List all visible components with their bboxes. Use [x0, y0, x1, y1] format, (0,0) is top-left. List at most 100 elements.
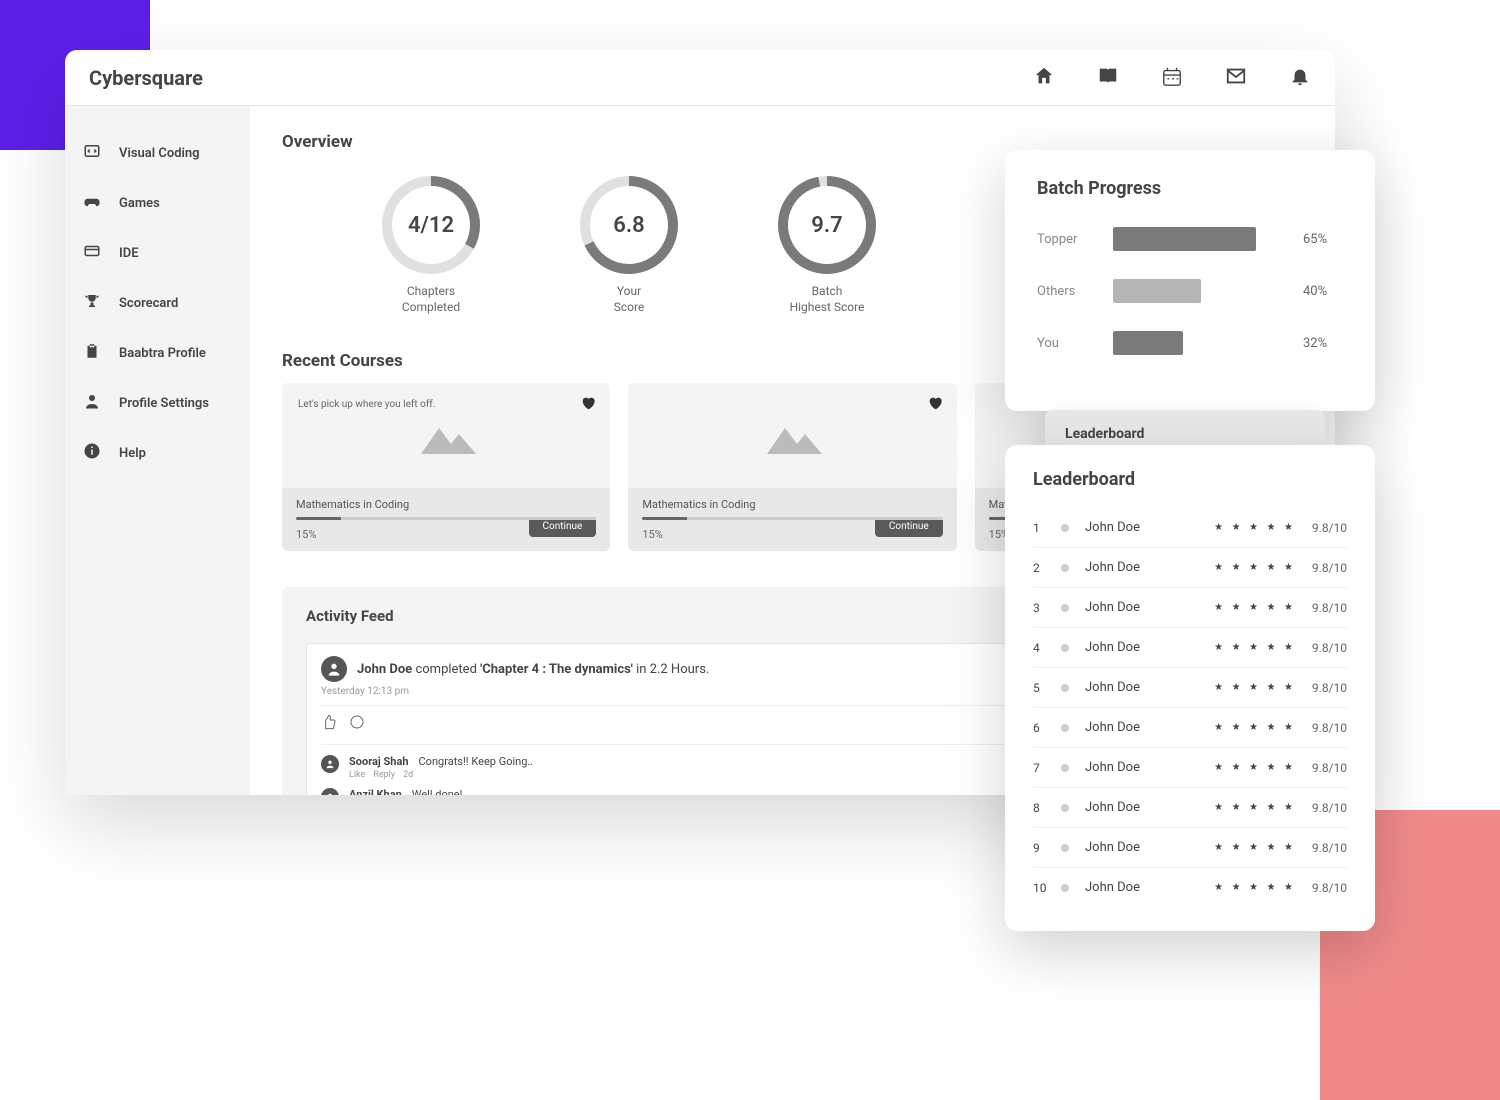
- user-icon: [83, 392, 101, 414]
- batch-row-pct: 40%: [1303, 284, 1343, 299]
- comment-time: 2d: [403, 770, 413, 780]
- leaderboard-name: John Doe: [1085, 840, 1214, 855]
- image-placeholder-icon: [757, 416, 827, 456]
- leaderboard-row[interactable]: 9 John Doe★ ★ ★ ★ ★ 9.8/10: [1033, 828, 1347, 868]
- course-card[interactable]: Mathematics in Coding15%Continue: [628, 383, 956, 551]
- course-progress-pct: 15%: [642, 528, 662, 541]
- star-rating-icon: ★ ★ ★ ★ ★: [1214, 842, 1296, 853]
- leaderboard-rank: 4: [1033, 641, 1061, 655]
- star-rating-icon: ★ ★ ★ ★ ★: [1214, 602, 1296, 613]
- comment-reply-link[interactable]: Reply: [373, 770, 395, 780]
- leaderboard-name: John Doe: [1085, 600, 1214, 615]
- header-nav-icons: [1033, 65, 1311, 91]
- leaderboard-rank: 7: [1033, 761, 1061, 775]
- sidebar-item-help[interactable]: Help: [65, 428, 250, 478]
- leaderboard-avatar-dot: [1061, 764, 1069, 772]
- comment-author: Anzil Khan: [349, 788, 402, 795]
- star-rating-icon: ★ ★ ★ ★ ★: [1214, 882, 1296, 893]
- star-rating-icon: ★ ★ ★ ★ ★: [1214, 642, 1296, 653]
- leaderboard-score: 9.8/10: [1312, 521, 1347, 535]
- comment-icon[interactable]: [349, 714, 365, 734]
- batch-row-label: Others: [1037, 284, 1097, 299]
- pickup-text: Let's pick up where you left off.: [298, 399, 435, 410]
- leaderboard-avatar-dot: [1061, 604, 1069, 612]
- leaderboard-row[interactable]: 2John Doe★ ★ ★ ★ ★9.8/10: [1033, 548, 1347, 588]
- leaderboard-row[interactable]: 6John Doe★ ★ ★ ★ ★9.8/10: [1033, 708, 1347, 748]
- leaderboard-name: John Doe: [1085, 640, 1214, 655]
- sidebar-item-label: Visual Coding: [119, 146, 200, 161]
- batch-row-label: Topper: [1037, 232, 1097, 247]
- donut-value: 9.7: [778, 176, 876, 274]
- comment-author: Sooraj Shah: [349, 755, 409, 768]
- continue-button[interactable]: Continue: [875, 520, 943, 537]
- leaderboard-row[interactable]: 1John Doe★ ★ ★ ★ ★9.8/10: [1033, 508, 1347, 548]
- batch-row-pct: 65%: [1303, 232, 1343, 247]
- leaderboard-row[interactable]: 10John Doe★ ★ ★ ★ ★9.8/10: [1033, 868, 1347, 907]
- course-card[interactable]: Let's pick up where you left off.Mathema…: [282, 383, 610, 551]
- trophy-icon: [83, 292, 101, 314]
- sidebar-item-label: Help: [119, 446, 146, 461]
- leaderboard-row[interactable]: 5John Doe★ ★ ★ ★ ★9.8/10: [1033, 668, 1347, 708]
- star-rating-icon: ★ ★ ★ ★ ★: [1214, 522, 1296, 533]
- sidebar-item-label: Scorecard: [119, 296, 178, 311]
- star-rating-icon: ★ ★ ★ ★ ★: [1214, 802, 1296, 813]
- sidebar-item-profile-settings[interactable]: Profile Settings: [65, 378, 250, 428]
- comment-text: Congrats!! Keep Going..: [419, 755, 534, 768]
- star-rating-icon: ★ ★ ★ ★ ★: [1214, 682, 1296, 693]
- leaderboard-name: John Doe: [1085, 720, 1214, 735]
- leaderboard-rank: 10: [1033, 881, 1061, 895]
- star-rating-icon: ★ ★ ★ ★ ★: [1214, 722, 1296, 733]
- batch-progress-title: Batch Progress: [1037, 178, 1343, 199]
- star-rating-icon: ★ ★ ★ ★ ★: [1214, 562, 1296, 573]
- leaderboard-score: 9.8/10: [1312, 641, 1347, 655]
- recent-courses-title: Recent Courses: [282, 351, 403, 371]
- batch-row-bar: [1113, 227, 1256, 251]
- leaderboard-avatar-dot: [1061, 524, 1069, 532]
- donut-label: BatchHighest Score: [790, 284, 865, 315]
- calendar-icon[interactable]: [1161, 65, 1183, 91]
- code-icon: [83, 142, 101, 164]
- leaderboard-row[interactable]: 4 John Doe★ ★ ★ ★ ★ 9.8/10: [1033, 628, 1347, 668]
- sidebar-item-scorecard[interactable]: Scorecard: [65, 278, 250, 328]
- sidebar-item-games[interactable]: Games: [65, 178, 250, 228]
- overview-title: Overview: [282, 132, 1303, 152]
- sidebar-item-baabtra-profile[interactable]: Baabtra Profile: [65, 328, 250, 378]
- heart-icon[interactable]: [927, 395, 943, 411]
- sidebar-item-ide[interactable]: IDE: [65, 228, 250, 278]
- leaderboard-score: 9.8/10: [1312, 561, 1347, 575]
- bell-icon[interactable]: [1289, 65, 1311, 91]
- continue-button[interactable]: Continue: [529, 520, 597, 537]
- sidebar-item-label: IDE: [119, 246, 139, 261]
- leaderboard-score: 9.8/10: [1312, 681, 1347, 695]
- sidebar-item-visual-coding[interactable]: Visual Coding: [65, 128, 250, 178]
- mail-icon[interactable]: [1225, 65, 1247, 91]
- card-icon: [83, 242, 101, 264]
- heart-icon[interactable]: [580, 395, 596, 411]
- leaderboard-avatar-dot: [1061, 884, 1069, 892]
- leaderboard-rank: 6: [1033, 721, 1061, 735]
- leaderboard-score: 9.8/10: [1312, 841, 1347, 855]
- leaderboard-name: John Doe: [1085, 880, 1214, 895]
- leaderboard-rank: 3: [1033, 601, 1061, 615]
- leaderboard-avatar-dot: [1061, 564, 1069, 572]
- leaderboard-name: John Doe: [1085, 520, 1214, 535]
- avatar: [321, 788, 339, 795]
- comment-like-link[interactable]: Like: [349, 770, 365, 780]
- leaderboard-rank: 5: [1033, 681, 1061, 695]
- donut-label: YourScore: [614, 284, 645, 315]
- leaderboard-row[interactable]: 8John Doe★ ★ ★ ★ ★9.8/10: [1033, 788, 1347, 828]
- overview-donut: 4/12ChaptersCompleted: [382, 176, 480, 315]
- app-header: Cybersquare: [65, 50, 1335, 106]
- leaderboard-score: 9.8/10: [1312, 761, 1347, 775]
- book-icon[interactable]: [1097, 65, 1119, 91]
- leaderboard-panel: Leaderboard 1John Doe★ ★ ★ ★ ★9.8/102Joh…: [1005, 445, 1375, 931]
- leaderboard-rank: 9: [1033, 841, 1061, 855]
- leaderboard-row[interactable]: 7John Doe★ ★ ★ ★ ★9.8/10: [1033, 748, 1347, 788]
- sidebar-item-label: Baabtra Profile: [119, 346, 206, 361]
- donut-value: 6.8: [580, 176, 678, 274]
- leaderboard-score: 9.8/10: [1312, 801, 1347, 815]
- leaderboard-row[interactable]: 3John Doe★ ★ ★ ★ ★9.8/10: [1033, 588, 1347, 628]
- home-icon[interactable]: [1033, 65, 1055, 91]
- like-icon[interactable]: [321, 714, 337, 734]
- info-icon: [83, 442, 101, 464]
